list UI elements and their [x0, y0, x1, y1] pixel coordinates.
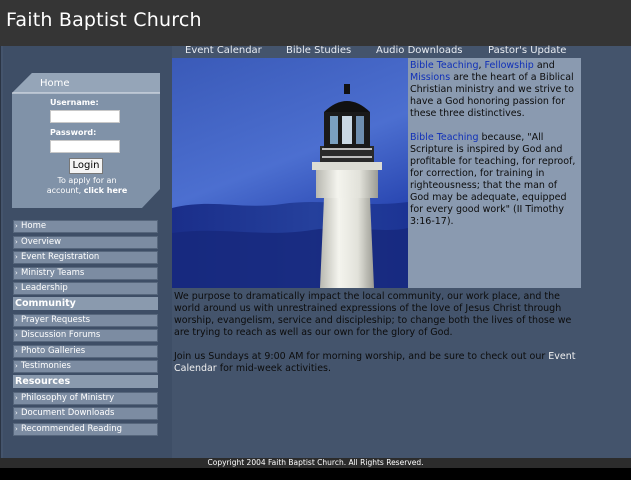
sidebar-item-ministry-teams[interactable]: › Ministry Teams [13, 267, 158, 280]
intro-and: and [533, 60, 555, 71]
link-fellowship[interactable]: Fellowship [485, 60, 534, 71]
worship-text-before: Join us Sundays at 9:00 AM for morning w… [174, 351, 549, 362]
worship-paragraph: Join us Sundays at 9:00 AM for morning w… [174, 351, 579, 375]
sidebar-item-testimonies[interactable]: › Testimonies [13, 360, 158, 373]
sidebar-item-label: Recommended Reading [21, 424, 123, 434]
chevron-right-icon: › [15, 425, 18, 433]
password-input[interactable] [50, 140, 120, 153]
right-strip [581, 58, 631, 458]
sidebar-item-discussion-forums[interactable]: › Discussion Forums [13, 329, 158, 342]
chevron-right-icon: › [15, 253, 18, 261]
intro-p2-rest: because, "All Scripture is inspired by G… [410, 132, 576, 227]
sidebar-item-label: Testimonies [21, 361, 71, 371]
chevron-right-icon: › [15, 331, 18, 339]
sidebar-item-home[interactable]: › Home [13, 220, 158, 233]
sidebar-item-label: Prayer Requests [21, 315, 91, 325]
sidebar-item-event-registration[interactable]: › Event Registration [13, 251, 158, 264]
login-tab-home[interactable]: Home [40, 78, 70, 89]
link-missions[interactable]: Missions [410, 72, 450, 83]
top-navigation: Event Calendar Bible Studies Audio Downl… [171, 45, 581, 58]
worship-text-after: for mid-week activities. [216, 363, 332, 374]
intro-paragraph-2: Bible Teaching because, "All Scripture i… [410, 132, 579, 228]
intro-text: Bible Teaching, Fellowship and Missions … [408, 58, 581, 288]
site-title: Faith Baptist Church [6, 9, 202, 31]
login-button[interactable]: Login [69, 158, 103, 174]
topnav-bible-studies[interactable]: Bible Studies [286, 45, 351, 56]
password-label: Password: [50, 128, 97, 137]
chevron-right-icon: › [15, 284, 18, 292]
sidebar-item-label: Event Registration [21, 252, 100, 262]
link-bible-teaching-2[interactable]: Bible Teaching [410, 132, 478, 143]
sidebar-item-photo-galleries[interactable]: › Photo Galleries [13, 345, 158, 358]
sidebar-item-label: Leadership [21, 283, 68, 293]
link-bible-teaching[interactable]: Bible Teaching [410, 60, 478, 71]
topnav-pastors-update[interactable]: Pastor's Update [488, 45, 566, 56]
chevron-right-icon: › [15, 222, 18, 230]
mission-paragraph: We purpose to dramatically impact the lo… [174, 291, 572, 338]
sidebar-heading-resources: Resources [13, 375, 158, 388]
bottom-bar [0, 468, 631, 480]
topnav-event-calendar[interactable]: Event Calendar [185, 45, 262, 56]
sidebar-item-prayer-requests[interactable]: › Prayer Requests [13, 314, 158, 327]
chevron-right-icon: › [15, 316, 18, 324]
sidebar-item-document-downloads[interactable]: › Document Downloads [13, 407, 158, 420]
sidebar-heading-community: Community [13, 297, 158, 310]
sidebar-item-leadership[interactable]: › Leadership [13, 282, 158, 295]
username-label: Username: [50, 98, 99, 107]
username-input[interactable] [50, 110, 120, 123]
main-content: We purpose to dramatically impact the lo… [172, 288, 581, 458]
sidebar-item-philosophy-of-ministry[interactable]: › Philosophy of Ministry [13, 392, 158, 405]
chevron-right-icon: › [15, 347, 18, 355]
apply-text: To apply for an account, click here [40, 176, 134, 196]
sidebar-item-recommended-reading[interactable]: › Recommended Reading [13, 423, 158, 436]
sidebar-item-overview[interactable]: › Overview [13, 236, 158, 249]
apply-link[interactable]: click here [84, 186, 128, 195]
sidebar-item-label: Ministry Teams [21, 268, 85, 278]
chevron-right-icon: › [15, 269, 18, 277]
chevron-right-icon: › [15, 238, 18, 246]
sidebar-item-label: Philosophy of Ministry [21, 393, 115, 403]
chevron-right-icon: › [15, 409, 18, 417]
sidebar-item-label: Overview [21, 237, 62, 247]
lighthouse-illustration [172, 58, 408, 288]
chevron-right-icon: › [15, 394, 18, 402]
footer-copyright: Copyright 2004 Faith Baptist Church. All… [0, 458, 631, 468]
chevron-right-icon: › [15, 362, 18, 370]
sidebar-item-label: Home [21, 221, 47, 231]
site-header: Faith Baptist Church [0, 0, 631, 46]
topnav-audio-downloads[interactable]: Audio Downloads [376, 45, 463, 56]
sidebar-item-label: Document Downloads [21, 408, 115, 418]
lighthouse-image [172, 58, 408, 288]
intro-paragraph-1: Bible Teaching, Fellowship and Missions … [410, 60, 579, 120]
sidebar-item-label: Photo Galleries [21, 346, 86, 356]
sidebar-item-label: Discussion Forums [21, 330, 101, 340]
